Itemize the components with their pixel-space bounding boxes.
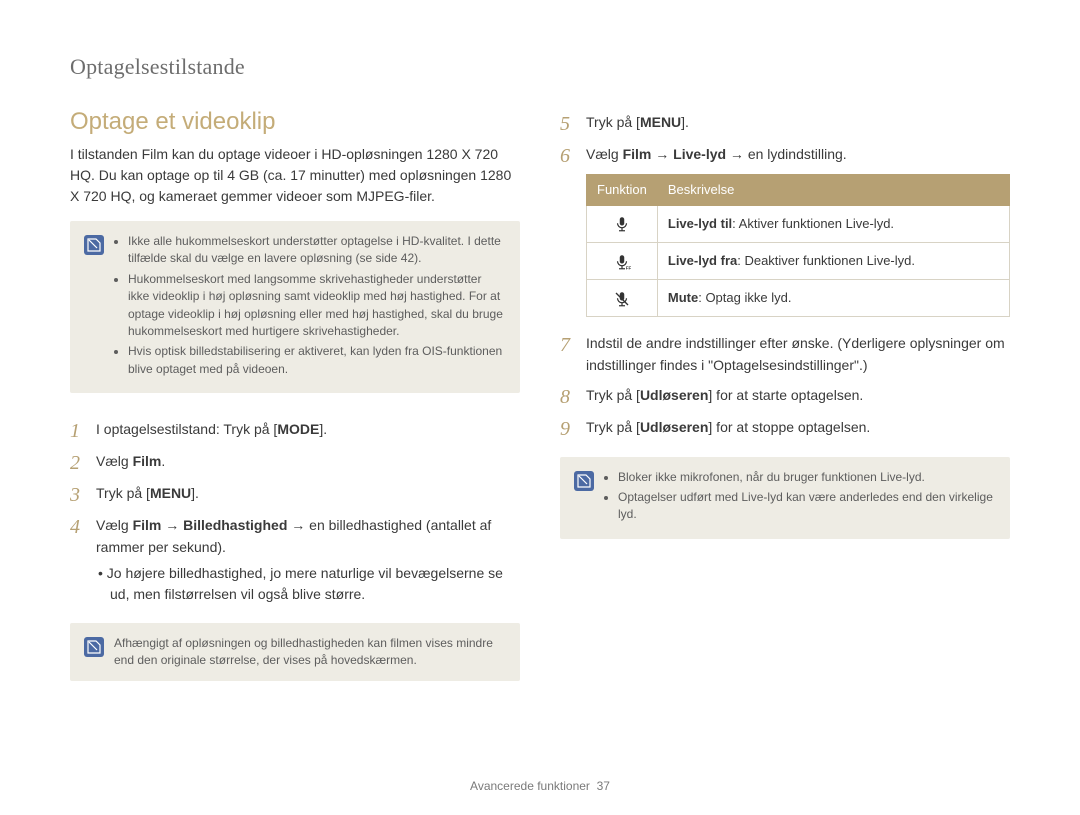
mic-on-icon <box>587 205 658 242</box>
footer-page: 37 <box>597 779 610 793</box>
step-7: 7 Indstil de andre indstillinger efter ø… <box>560 333 1010 376</box>
note-box-2: Afhængigt af opløsningen og billedhastig… <box>70 623 520 682</box>
note-icon <box>84 235 104 255</box>
step-number: 9 <box>560 417 576 441</box>
step-9: 9 Tryk på [Udløseren] for at stoppe opta… <box>560 417 1010 441</box>
arrow: → <box>161 517 183 533</box>
step5-pre: Tryk på [ <box>586 114 640 130</box>
step-6: 6 Vælg Film → Live-lyd → en lydindstilli… <box>560 144 1010 317</box>
step9-pre: Tryk på [ <box>586 419 640 435</box>
table-row: Live-lyd til: Aktiver funktionen Live-ly… <box>587 205 1010 242</box>
row1-desc: : Aktiver funktionen Live-lyd. <box>732 216 894 231</box>
film-label: Film <box>623 146 652 162</box>
step3-pre: Tryk på [ <box>96 485 150 501</box>
step8-post: ] for at starte optagelsen. <box>708 387 863 403</box>
note-icon <box>574 471 594 491</box>
note1-item: Hukommelseskort med langsomme skrivehast… <box>128 271 506 341</box>
live-lyd-label: Live-lyd <box>673 146 726 162</box>
note3-item: Optagelser udført med Live-lyd kan være … <box>618 489 996 524</box>
film-label: Film <box>133 453 162 469</box>
step9-post: ] for at stoppe optagelsen. <box>708 419 870 435</box>
film-label: Film <box>133 517 162 533</box>
step-number: 2 <box>70 451 86 475</box>
mic-off-icon: FF <box>587 242 658 279</box>
step-number: 4 <box>70 515 86 604</box>
step2-post: . <box>161 453 165 469</box>
step7-text: Indstil de andre indstillinger efter øns… <box>586 333 1010 376</box>
step2-pre: Vælg <box>96 453 133 469</box>
intro-text: I tilstanden Film kan du optage videoer … <box>70 144 520 207</box>
step6-a: Vælg <box>586 146 623 162</box>
page-title: Optage et videoklip <box>70 108 520 136</box>
step-number: 7 <box>560 333 576 376</box>
page-footer: Avancerede funktioner 37 <box>0 779 1080 793</box>
step4-bullet: Jo højere billedhastighed, jo mere natur… <box>96 563 520 605</box>
step1-text: I optagelsestilstand: Tryk på [ <box>96 421 277 437</box>
row2-label: Live-lyd fra <box>668 253 737 268</box>
step3-post: ]. <box>191 485 199 501</box>
note-box-3: Bloker ikke mikrofonen, når du bruger fu… <box>560 457 1010 539</box>
note1-item: Hvis optisk billedstabilisering er aktiv… <box>128 343 506 378</box>
mic-mute-icon <box>587 280 658 317</box>
step-4: 4 Vælg Film → Billedhastighed → en bille… <box>70 515 520 604</box>
step-5: 5 Tryk på [MENU]. <box>560 112 1010 136</box>
step-number: 3 <box>70 483 86 507</box>
th-beskrivelse: Beskrivelse <box>657 174 1009 205</box>
step-number: 8 <box>560 385 576 409</box>
right-column: 5 Tryk på [MENU]. 6 Vælg Film → Live-lyd… <box>560 108 1010 681</box>
svg-text:FF: FF <box>626 265 631 270</box>
step1-post: ]. <box>319 421 327 437</box>
sound-options-table: Funktion Beskrivelse Live-lyd til: Aktiv… <box>586 174 1010 318</box>
section-header: Optagelsestilstande <box>70 54 1010 80</box>
step-8: 8 Tryk på [Udløseren] for at starte opta… <box>560 385 1010 409</box>
step-number: 1 <box>70 419 86 443</box>
billedhastighed-label: Billedhastighed <box>183 517 287 533</box>
menu-label: MENU <box>150 485 191 501</box>
th-funktion: Funktion <box>587 174 658 205</box>
udloseren-label: Udløseren <box>640 419 708 435</box>
step-number: 5 <box>560 112 576 136</box>
menu-label: MENU <box>640 114 681 130</box>
table-row: Mute: Optag ikke lyd. <box>587 280 1010 317</box>
row3-desc: : Optag ikke lyd. <box>698 290 791 305</box>
step-2: 2 Vælg Film. <box>70 451 520 475</box>
note-icon <box>84 637 104 657</box>
row3-label: Mute <box>668 290 698 305</box>
step-number: 6 <box>560 144 576 317</box>
left-column: Optage et videoklip I tilstanden Film ka… <box>70 108 520 681</box>
step6-tail: → en lydindstilling. <box>726 146 847 162</box>
step-1: 1 I optagelsestilstand: Tryk på [MODE]. <box>70 419 520 443</box>
step5-post: ]. <box>681 114 689 130</box>
note3-item: Bloker ikke mikrofonen, når du bruger fu… <box>618 469 996 486</box>
step4-a: Vælg <box>96 517 133 533</box>
note2-text: Afhængigt af opløsningen og billedhastig… <box>114 635 506 670</box>
step8-pre: Tryk på [ <box>586 387 640 403</box>
row2-desc: : Deaktiver funktionen Live-lyd. <box>737 253 915 268</box>
footer-text: Avancerede funktioner <box>470 779 590 793</box>
step-3: 3 Tryk på [MENU]. <box>70 483 520 507</box>
arrow: → <box>651 146 673 162</box>
note1-item: Ikke alle hukommelseskort understøtter o… <box>128 233 506 268</box>
table-row: FF Live-lyd fra: Deaktiver funktionen Li… <box>587 242 1010 279</box>
row1-label: Live-lyd til <box>668 216 732 231</box>
mode-label: MODE <box>277 421 319 437</box>
note-box-1: Ikke alle hukommelseskort understøtter o… <box>70 221 520 393</box>
udloseren-label: Udløseren <box>640 387 708 403</box>
